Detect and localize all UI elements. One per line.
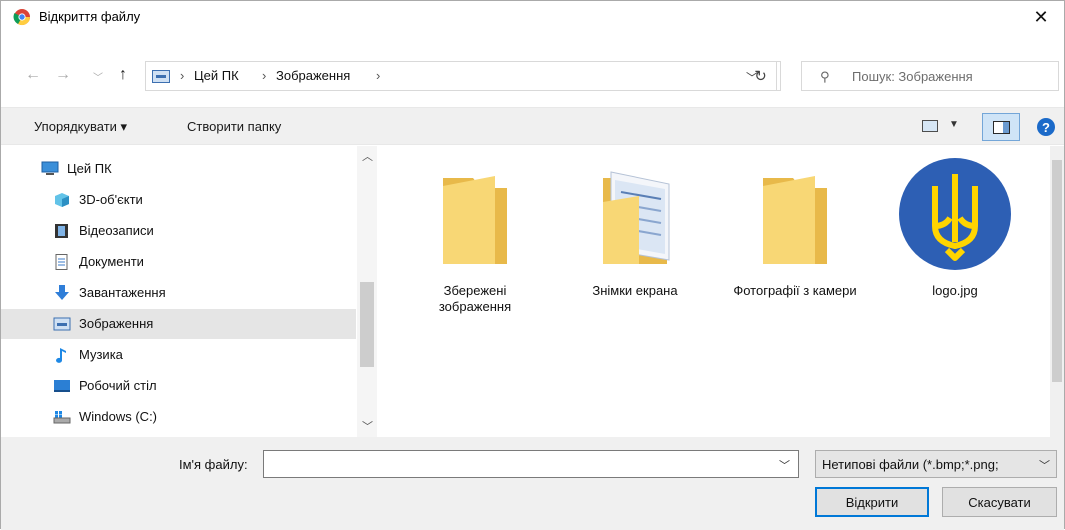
pictures-icon <box>53 317 71 331</box>
sidebar-item-label: 3D-об'єкти <box>79 192 143 207</box>
sidebar-item-label: Цей ПК <box>67 161 112 176</box>
sidebar-item-videos[interactable]: Відеозаписи <box>1 216 356 246</box>
arrow-up-icon[interactable]: ↑ <box>119 66 127 84</box>
scrollbar-thumb[interactable] <box>360 282 374 367</box>
pictures-icon <box>152 70 170 83</box>
dialog-title: Відкриття файлу <box>39 9 141 24</box>
sidebar-scrollbar[interactable]: ︿ ﹀ <box>357 146 377 437</box>
breadcrumb-separator: › <box>262 68 267 83</box>
sidebar-item-desktop[interactable]: Робочий стіл <box>1 371 356 401</box>
video-film-icon <box>55 224 68 238</box>
breadcrumb-separator: › <box>180 68 185 83</box>
sidebar-item-label: Музика <box>79 347 123 362</box>
folder-item-label: Збережені зображення <box>438 283 512 314</box>
filename-field[interactable]: ﹀ <box>263 450 799 478</box>
sidebar-item-3d-objects[interactable]: 3D-об'єкти <box>1 185 356 215</box>
refresh-icon: ↻ <box>754 68 767 85</box>
navigation-pane: Цей ПК 3D-об'єкти Відеозаписи Документи … <box>1 146 381 437</box>
chevron-down-icon[interactable]: ﹀ <box>779 457 790 473</box>
close-button[interactable]: ✕ <box>1018 1 1064 33</box>
folder-item-label: Фотографії з камери <box>733 283 857 298</box>
arrow-right-icon[interactable]: → <box>55 66 71 84</box>
document-icon <box>55 254 68 270</box>
command-toolbar: Упорядкувати ▾ Створити папку ▼ ? <box>1 107 1064 145</box>
search-input[interactable]: ⚲ Пошук: Зображення <box>801 61 1059 91</box>
content-scrollbar[interactable] <box>1050 146 1064 437</box>
refresh-button[interactable]: ↻ <box>741 61 781 91</box>
chrome-icon <box>13 9 31 26</box>
cube-3d-icon <box>55 193 69 207</box>
title-bar: Відкриття файлу ✕ <box>1 1 1064 33</box>
folder-item-label: Знімки екрана <box>592 283 678 298</box>
filename-label: Ім'я файлу: <box>179 457 248 472</box>
search-placeholder: Пошук: Зображення <box>852 69 973 84</box>
filetype-value: Нетипові файли (*.bmp;*.png; <box>822 457 999 472</box>
sidebar-item-label: Документи <box>79 254 144 269</box>
scroll-down-icon[interactable]: ﹀ <box>362 418 373 434</box>
organize-button[interactable]: Упорядкувати ▾ <box>34 119 127 135</box>
sidebar-item-downloads[interactable]: Завантаження <box>1 278 356 308</box>
music-note-icon <box>56 348 66 363</box>
preview-pane-button[interactable] <box>982 113 1020 141</box>
scroll-up-icon[interactable]: ︿ <box>362 148 373 164</box>
sidebar-item-this-pc[interactable]: Цей ПК <box>1 154 356 184</box>
drive-icon <box>53 411 71 424</box>
folder-item[interactable]: Збережені зображення <box>411 156 539 326</box>
folder-icon <box>443 176 507 264</box>
open-button[interactable]: Відкрити <box>815 487 929 517</box>
file-open-dialog: Відкриття файлу ✕ ← → ﹀ ↑ › Цей ПК › Зоб… <box>0 0 1065 530</box>
trident-logo-icon <box>895 156 1015 276</box>
breadcrumb-separator[interactable]: › <box>376 68 380 83</box>
scrollbar-thumb[interactable] <box>1052 160 1062 382</box>
navigation-bar: ← → ﹀ ↑ › Цей ПК › Зображення › ﹀ ↻ ⚲ По… <box>1 57 1064 95</box>
search-icon: ⚲ <box>820 69 830 84</box>
sidebar-item-pictures[interactable]: Зображення <box>1 309 356 339</box>
address-bar[interactable]: › Цей ПК › Зображення › ﹀ <box>145 61 777 91</box>
chevron-down-icon[interactable]: ﹀ <box>93 69 103 84</box>
chevron-down-icon: ﹀ <box>1039 460 1050 472</box>
sidebar-item-label: Windows (C:) <box>79 409 158 424</box>
sidebar-item-music[interactable]: Музика <box>1 340 356 370</box>
file-list: Збережені зображення Знімки екрана Фотог… <box>381 146 1064 437</box>
cancel-button[interactable]: Скасувати <box>942 487 1057 517</box>
file-item[interactable]: logo.jpg <box>891 156 1019 326</box>
file-item-label: logo.jpg <box>932 283 978 298</box>
close-icon: ✕ <box>1033 6 1049 27</box>
folder-with-documents-icon <box>603 171 670 264</box>
breadcrumb-pictures[interactable]: Зображення <box>276 68 350 83</box>
desktop-icon <box>54 380 70 392</box>
computer-icon <box>41 161 59 175</box>
preview-pane-icon <box>993 121 1010 134</box>
help-icon[interactable]: ? <box>1037 118 1055 136</box>
sidebar-item-label: Робочий стіл <box>79 378 157 393</box>
sidebar-item-label: Зображення <box>79 316 154 331</box>
sidebar-item-documents[interactable]: Документи <box>1 247 356 277</box>
sidebar-item-label: Відеозаписи <box>79 223 154 238</box>
view-options-icon[interactable] <box>922 120 938 132</box>
arrow-left-icon[interactable]: ← <box>25 66 41 84</box>
filetype-select[interactable]: Нетипові файли (*.bmp;*.png; ﹀ <box>815 450 1057 478</box>
download-arrow-icon <box>55 285 69 300</box>
sidebar-item-label: Завантаження <box>79 285 166 300</box>
breadcrumb-this-pc[interactable]: Цей ПК <box>194 68 239 83</box>
new-folder-button[interactable]: Створити папку <box>187 119 281 134</box>
folder-icon <box>763 176 827 264</box>
sidebar-item-windows-c[interactable]: Windows (C:) <box>1 402 356 432</box>
folder-item[interactable]: Фотографії з камери <box>731 156 859 326</box>
dialog-footer: Ім'я файлу: ﹀ Нетипові файли (*.bmp;*.pn… <box>1 437 1064 530</box>
caret-down-icon[interactable]: ▼ <box>949 119 959 130</box>
folder-item[interactable]: Знімки екрана <box>571 156 699 326</box>
